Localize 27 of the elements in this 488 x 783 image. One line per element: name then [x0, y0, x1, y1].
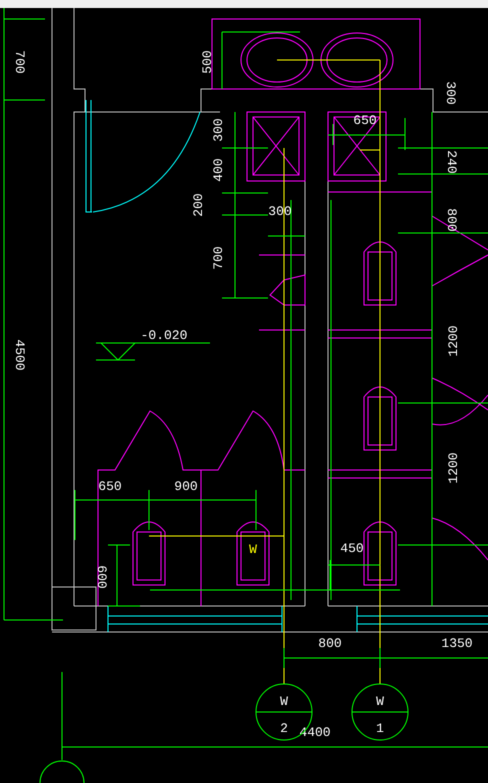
riser-label: W	[376, 694, 384, 709]
dimension-label: 600	[94, 565, 109, 589]
dimension-label: 650	[98, 479, 122, 494]
dimension-label: 650	[353, 113, 377, 128]
dimension-label: 800	[318, 636, 342, 651]
riser-tag	[352, 684, 408, 740]
riser-number: 1	[376, 721, 384, 736]
riser-label: W	[280, 694, 288, 709]
dimension-label: 900	[174, 479, 198, 494]
dimension-label: 800	[444, 208, 459, 232]
dimension-label: 450	[340, 541, 364, 556]
dimension-label: 1200	[446, 452, 461, 484]
dimension-label: 500	[200, 50, 215, 74]
dimension-label: 200	[191, 193, 206, 217]
dimension-label: 700	[211, 246, 226, 270]
dimension-label: 240	[444, 150, 459, 174]
dimension-label: 700	[12, 50, 27, 74]
dimension-label: 1350	[441, 636, 473, 651]
dimension-label: 4400	[299, 725, 331, 740]
dimension-label: 1200	[446, 325, 461, 357]
dimension-label: 400	[211, 158, 226, 182]
riser-number: 2	[280, 721, 288, 736]
dimension-label: 4500	[12, 339, 27, 371]
elevation-label: -0.020	[140, 328, 188, 343]
dimension-label: 300	[211, 118, 226, 142]
fixture-label: W	[249, 542, 257, 557]
dimension-label: 300	[443, 81, 458, 105]
